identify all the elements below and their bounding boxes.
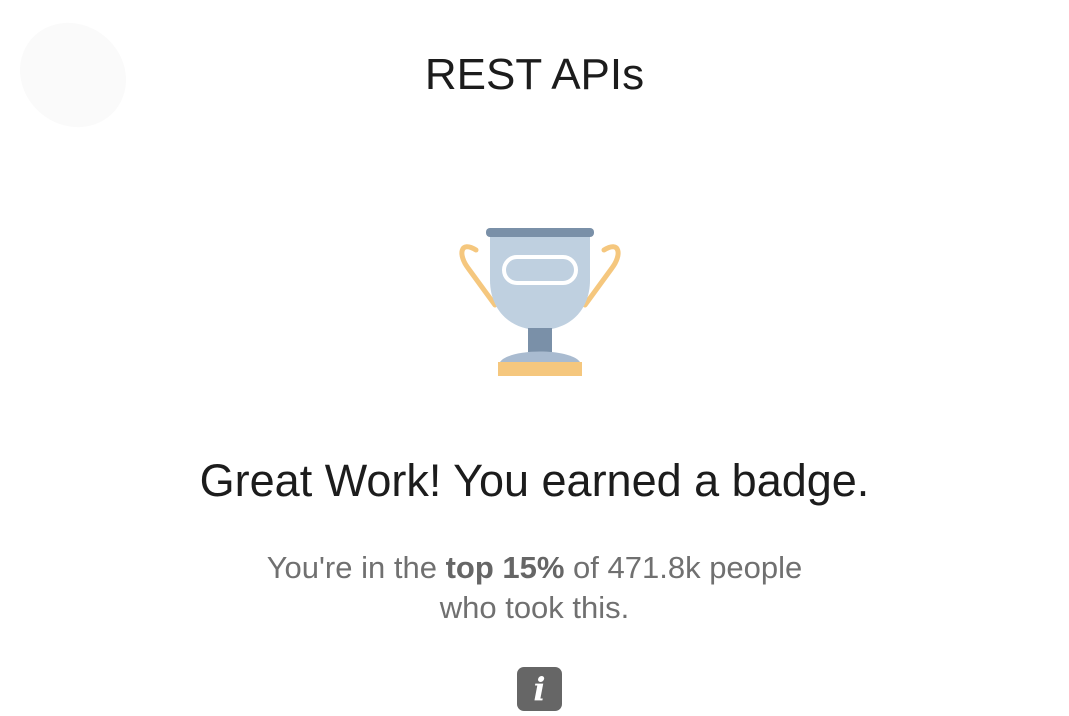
trophy-icon: [459, 228, 621, 376]
success-heading: Great Work! You earned a badge.: [199, 455, 870, 506]
badge-screen: REST APIs Great Work! You earned a badge…: [0, 0, 1069, 716]
ranking-percent: top 15%: [445, 550, 565, 585]
ranking-suffix: of 471.8k people: [564, 550, 803, 585]
ranking-text: You're in the top 15% of 471.8k people w…: [0, 548, 1069, 628]
page-title: REST APIs: [424, 50, 645, 99]
ranking-line2: who took this.: [439, 590, 630, 625]
ranking-prefix: You're in the: [266, 550, 446, 585]
info-icon[interactable]: i: [517, 667, 562, 711]
